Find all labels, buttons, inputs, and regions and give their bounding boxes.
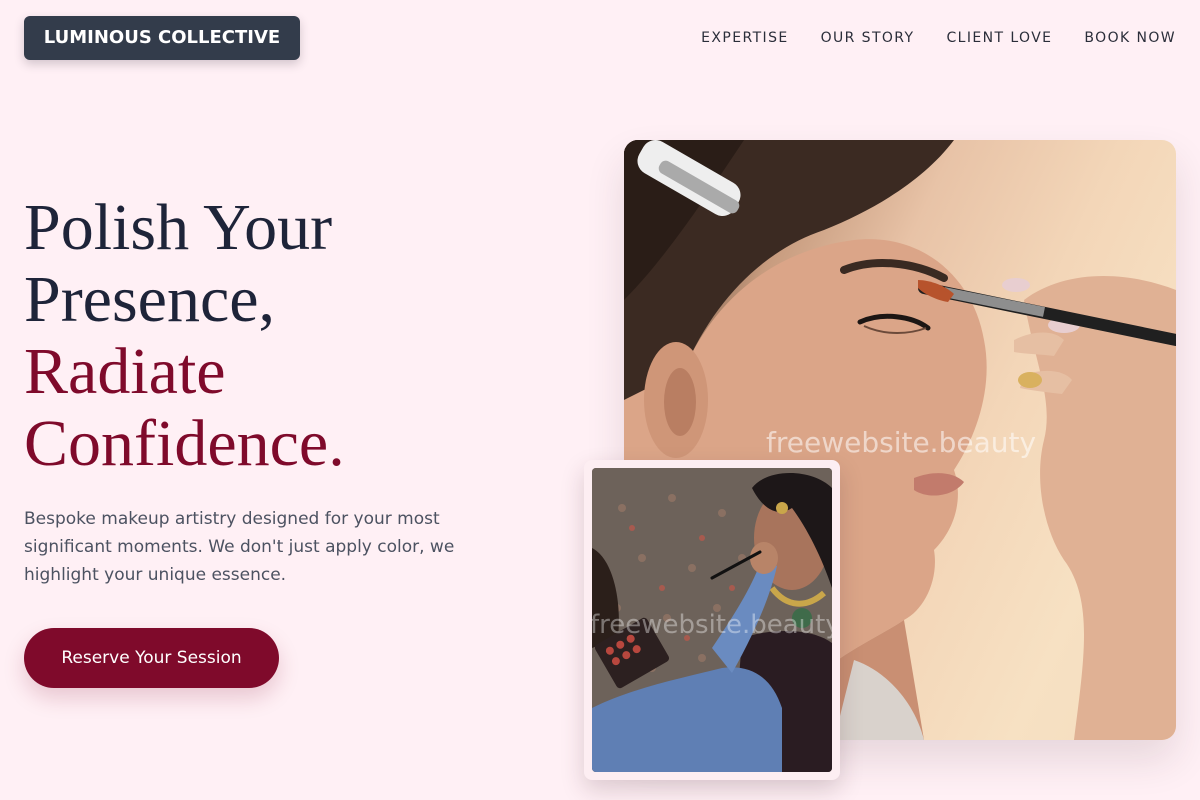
- nav-item-client-love[interactable]: CLIENT LOVE: [947, 29, 1053, 47]
- headline-line-1: Polish Your: [24, 191, 333, 264]
- headline-line-2: Presence,: [24, 263, 276, 336]
- hero-description: Bespoke makeup artistry designed for you…: [24, 509, 455, 585]
- main-photo-watermark: freewebsite.beauty: [766, 426, 1037, 459]
- reserve-session-button[interactable]: Reserve Your Session: [24, 628, 279, 688]
- hero-photo-secondary: freewebsite.beauty: [584, 460, 840, 780]
- headline-line-4: Confidence.: [24, 407, 345, 480]
- nav-item-our-story[interactable]: OUR STORY: [821, 29, 915, 47]
- main-nav: EXPERTISE OUR STORY CLIENT LOVE BOOK NOW: [701, 29, 1176, 47]
- secondary-photo-watermark: freewebsite.beauty: [592, 610, 832, 640]
- nav-item-expertise[interactable]: EXPERTISE: [701, 29, 788, 47]
- brand-logo[interactable]: LUMINOUS COLLECTIVE: [24, 16, 300, 60]
- nav-item-book-now[interactable]: BOOK NOW: [1084, 29, 1176, 47]
- headline-line-3: Radiate: [24, 335, 226, 408]
- hero-headline: Polish Your Presence, Radiate Confidence…: [24, 192, 345, 480]
